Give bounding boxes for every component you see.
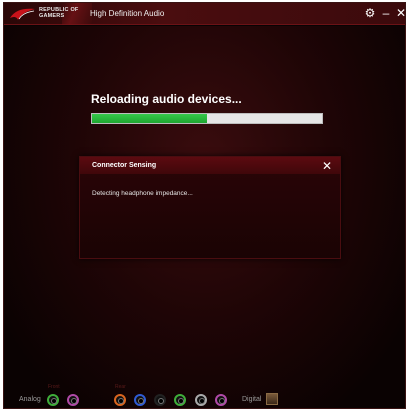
title-bar[interactable]: REPUBLIC OF GAMERS High Definition Audio… (4, 3, 405, 25)
connector-bar: Front Rear Analog Digital (4, 378, 405, 408)
progress-bar (91, 113, 323, 124)
spdif-port-icon[interactable] (266, 393, 278, 405)
gear-icon[interactable]: ⚙ (364, 7, 376, 19)
front-jack-green[interactable] (47, 394, 59, 406)
close-icon[interactable]: ✕ (395, 7, 405, 19)
rear-jack-gray[interactable] (195, 394, 207, 406)
status-text: Reloading audio devices... (91, 92, 242, 106)
front-group-label: Front (48, 384, 60, 390)
dialog-message: Detecting headphone impedance... (92, 190, 193, 197)
digital-label: Digital (242, 396, 262, 403)
progress-fill (92, 114, 207, 123)
brand-text: REPUBLIC OF GAMERS (39, 7, 78, 19)
rog-logo-icon (10, 8, 35, 20)
rear-jack-pink[interactable] (215, 394, 227, 406)
app-window: REPUBLIC OF GAMERS High Definition Audio… (3, 2, 406, 409)
brand-line-2: GAMERS (39, 13, 65, 19)
front-jack-pink[interactable] (67, 394, 79, 406)
rear-jack-blue[interactable] (134, 394, 146, 406)
dialog-close-icon[interactable]: ✕ (322, 159, 332, 173)
analog-label: Analog (19, 396, 41, 403)
rear-jack-green[interactable] (174, 394, 186, 406)
window-title: High Definition Audio (90, 9, 165, 18)
dialog-title: Connector Sensing (92, 162, 157, 169)
rear-jack-black[interactable] (154, 394, 166, 406)
main-content: Reloading audio devices... Connector Sen… (4, 26, 405, 408)
dialog-header: Connector Sensing ✕ (80, 157, 340, 174)
minimize-icon[interactable]: – (380, 7, 392, 19)
rear-jack-orange[interactable] (114, 394, 126, 406)
connector-sensing-dialog: Connector Sensing ✕ Detecting headphone … (79, 156, 341, 259)
rear-group-label: Rear (115, 384, 126, 390)
